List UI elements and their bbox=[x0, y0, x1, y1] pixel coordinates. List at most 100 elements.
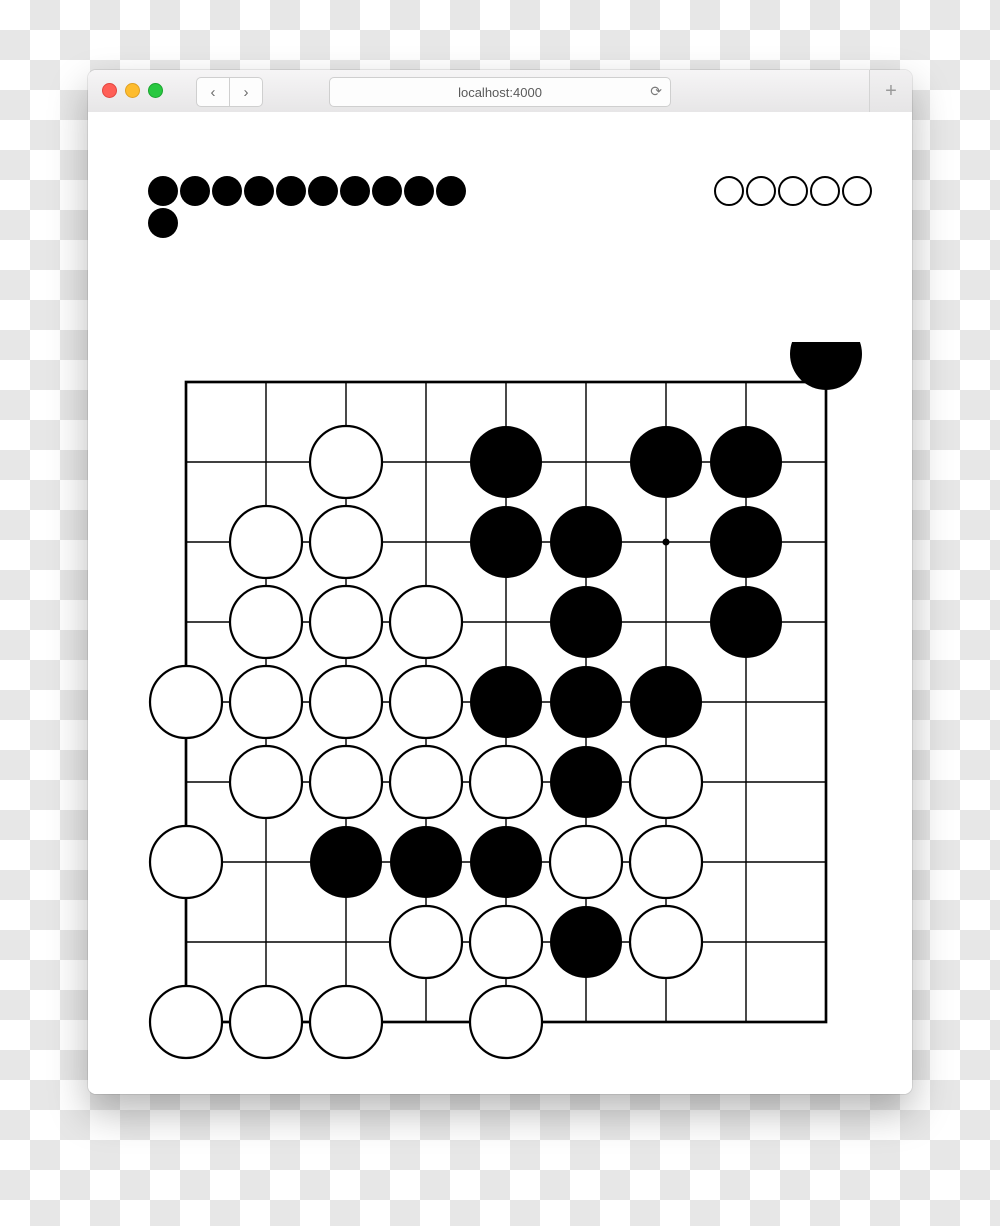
board-intersection[interactable] bbox=[470, 586, 542, 658]
black-stone[interactable] bbox=[310, 826, 382, 898]
black-stone[interactable] bbox=[550, 906, 622, 978]
captured-black-stone bbox=[244, 176, 274, 206]
go-board[interactable] bbox=[146, 342, 866, 1062]
captured-white-stone bbox=[842, 176, 872, 206]
white-stone[interactable] bbox=[230, 666, 302, 738]
white-stone[interactable] bbox=[310, 506, 382, 578]
board-intersection[interactable] bbox=[390, 426, 462, 498]
white-stone[interactable] bbox=[310, 426, 382, 498]
captured-white-stone bbox=[746, 176, 776, 206]
white-stone[interactable] bbox=[230, 986, 302, 1058]
white-stone[interactable] bbox=[230, 586, 302, 658]
board-intersection[interactable] bbox=[790, 586, 862, 658]
white-stone[interactable] bbox=[390, 906, 462, 978]
board-intersection[interactable] bbox=[790, 746, 862, 818]
board-intersection[interactable] bbox=[150, 426, 222, 498]
close-window-button[interactable] bbox=[102, 83, 117, 98]
board-intersection[interactable] bbox=[150, 346, 222, 418]
board-intersection[interactable] bbox=[630, 506, 702, 578]
white-stone[interactable] bbox=[310, 666, 382, 738]
reload-icon[interactable]: ⟳ bbox=[650, 83, 662, 100]
white-stone[interactable] bbox=[470, 986, 542, 1058]
white-stone[interactable] bbox=[150, 666, 222, 738]
white-stone[interactable] bbox=[470, 906, 542, 978]
board-intersection[interactable] bbox=[310, 906, 382, 978]
board-intersection[interactable] bbox=[230, 906, 302, 978]
board-intersection[interactable] bbox=[630, 986, 702, 1058]
board-intersection[interactable] bbox=[710, 666, 782, 738]
board-intersection[interactable] bbox=[630, 586, 702, 658]
black-stone[interactable] bbox=[630, 666, 702, 738]
board-intersection[interactable] bbox=[390, 986, 462, 1058]
white-stone[interactable] bbox=[310, 746, 382, 818]
white-stone[interactable] bbox=[390, 586, 462, 658]
board-intersection[interactable] bbox=[550, 426, 622, 498]
black-stone[interactable] bbox=[630, 426, 702, 498]
white-stone[interactable] bbox=[230, 506, 302, 578]
white-stone[interactable] bbox=[310, 586, 382, 658]
white-stone[interactable] bbox=[230, 746, 302, 818]
board-intersection[interactable] bbox=[710, 906, 782, 978]
black-stone[interactable] bbox=[550, 586, 622, 658]
captured-black-stone bbox=[180, 176, 210, 206]
minimize-window-button[interactable] bbox=[125, 83, 140, 98]
board-intersection[interactable] bbox=[630, 346, 702, 418]
board-intersection[interactable] bbox=[550, 986, 622, 1058]
board-intersection[interactable] bbox=[230, 826, 302, 898]
captured-black-stone bbox=[404, 176, 434, 206]
black-stone[interactable] bbox=[550, 746, 622, 818]
captured-black-stone bbox=[308, 176, 338, 206]
board-intersection[interactable] bbox=[390, 346, 462, 418]
black-stone[interactable] bbox=[710, 426, 782, 498]
black-stone[interactable] bbox=[470, 506, 542, 578]
white-stone[interactable] bbox=[630, 746, 702, 818]
board-intersection[interactable] bbox=[790, 426, 862, 498]
board-intersection[interactable] bbox=[790, 826, 862, 898]
black-stone[interactable] bbox=[550, 506, 622, 578]
board-intersection[interactable] bbox=[470, 346, 542, 418]
white-stone[interactable] bbox=[470, 746, 542, 818]
board-intersection[interactable] bbox=[310, 346, 382, 418]
black-stone[interactable] bbox=[710, 586, 782, 658]
black-stone[interactable] bbox=[390, 826, 462, 898]
board-intersection[interactable] bbox=[790, 906, 862, 978]
maximize-window-button[interactable] bbox=[148, 83, 163, 98]
captured-black-stone bbox=[148, 176, 178, 206]
board-intersection[interactable] bbox=[710, 986, 782, 1058]
forward-button[interactable]: › bbox=[230, 77, 263, 107]
white-stone[interactable] bbox=[630, 906, 702, 978]
board-intersection[interactable] bbox=[150, 586, 222, 658]
new-tab-button[interactable]: + bbox=[869, 70, 912, 112]
board-intersection[interactable] bbox=[550, 346, 622, 418]
captured-white-stone bbox=[778, 176, 808, 206]
board-intersection[interactable] bbox=[390, 506, 462, 578]
board-intersection[interactable] bbox=[710, 826, 782, 898]
board-intersection[interactable] bbox=[790, 666, 862, 738]
board-intersection[interactable] bbox=[790, 506, 862, 578]
board-intersection[interactable] bbox=[710, 746, 782, 818]
board-intersection[interactable] bbox=[230, 426, 302, 498]
white-stone[interactable] bbox=[390, 746, 462, 818]
board-intersection[interactable] bbox=[230, 346, 302, 418]
board-intersection[interactable] bbox=[710, 346, 782, 418]
black-stone[interactable] bbox=[710, 506, 782, 578]
board-intersection[interactable] bbox=[150, 746, 222, 818]
white-stone[interactable] bbox=[150, 986, 222, 1058]
captured-black-stone bbox=[212, 176, 242, 206]
white-stone[interactable] bbox=[550, 826, 622, 898]
black-stone[interactable] bbox=[470, 826, 542, 898]
white-stone[interactable] bbox=[310, 986, 382, 1058]
white-stone[interactable] bbox=[150, 826, 222, 898]
back-button[interactable]: ‹ bbox=[196, 77, 230, 107]
white-stone[interactable] bbox=[630, 826, 702, 898]
board-intersection[interactable] bbox=[150, 506, 222, 578]
address-bar[interactable]: localhost:4000 ⟳ bbox=[329, 77, 671, 107]
black-stone[interactable] bbox=[470, 426, 542, 498]
board-intersection[interactable] bbox=[150, 906, 222, 978]
page-content bbox=[88, 112, 912, 1094]
black-stone[interactable] bbox=[470, 666, 542, 738]
white-stone[interactable] bbox=[390, 666, 462, 738]
black-stone[interactable] bbox=[550, 666, 622, 738]
board-intersection[interactable] bbox=[790, 346, 862, 418]
board-intersection[interactable] bbox=[790, 986, 862, 1058]
